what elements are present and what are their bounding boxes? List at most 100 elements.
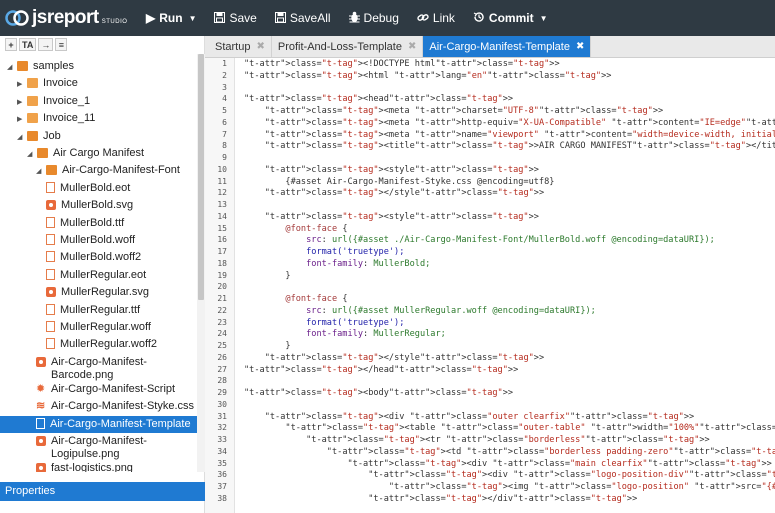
commit-button[interactable]: Commit ▼ bbox=[464, 0, 557, 36]
run-dropdown-icon[interactable]: ▼ bbox=[189, 14, 197, 23]
code-line[interactable]: @font-face { bbox=[244, 294, 347, 304]
close-tab-icon[interactable]: ✖ bbox=[408, 41, 416, 52]
tree-item[interactable]: Air-Cargo-Manifest-Template bbox=[0, 415, 197, 433]
code-line[interactable]: font-family: MullerBold; bbox=[244, 259, 430, 269]
save-label: Save bbox=[229, 11, 257, 25]
tree-item[interactable]: MullerRegular.woff2 bbox=[0, 336, 197, 353]
file-icon bbox=[46, 216, 55, 228]
tree-item[interactable]: MullerRegular.eot bbox=[0, 267, 197, 284]
tree-item-label: Invoice bbox=[43, 77, 78, 90]
code-line[interactable]: format('truetype'); bbox=[244, 318, 404, 328]
line-number: 33 bbox=[217, 435, 227, 444]
new-entity-button[interactable]: + bbox=[5, 38, 17, 51]
tree-item[interactable]: Air-Cargo-Manifest- Barcode.png bbox=[0, 354, 197, 381]
collapsed-arrow-icon[interactable]: ▶ bbox=[17, 115, 27, 123]
tree-item[interactable]: MullerBold.woff bbox=[0, 232, 197, 249]
close-tab-icon[interactable]: ✖ bbox=[256, 41, 264, 52]
code-line[interactable]: "t-attr">class="t-tag"><meta "t-attr">ch… bbox=[244, 106, 663, 116]
link-button[interactable]: Link bbox=[408, 0, 464, 36]
line-number: 22 bbox=[217, 305, 227, 315]
image-icon bbox=[36, 463, 46, 472]
code-line[interactable]: src: url({#asset ./Air-Cargo-Manifest-Fo… bbox=[244, 235, 715, 245]
tree-item[interactable]: MullerBold.svg bbox=[0, 197, 197, 214]
tree-item-label: MullerBold.eot bbox=[60, 181, 131, 194]
code-line[interactable]: "t-attr">class="t-tag"><table "t-attr">c… bbox=[244, 423, 775, 433]
tree-item[interactable]: MullerBold.woff2 bbox=[0, 249, 197, 266]
tree-item-label: MullerRegular.woff2 bbox=[60, 338, 158, 351]
code-line[interactable]: "t-attr">class="t-tag"><div "t-attr">cla… bbox=[244, 412, 695, 422]
expanded-arrow-icon[interactable]: ◢ bbox=[17, 133, 27, 141]
code-line[interactable]: "t-attr">class="t-tag"><div "t-attr">cla… bbox=[244, 459, 771, 469]
line-number: 10 bbox=[217, 164, 227, 174]
collapsed-arrow-icon[interactable]: ▶ bbox=[17, 80, 27, 88]
code-line[interactable]: {#asset Air-Cargo-Manifest-Styke.css @en… bbox=[244, 177, 554, 187]
expanded-arrow-icon[interactable]: ◢ bbox=[36, 167, 46, 175]
save-button[interactable]: Save bbox=[205, 0, 265, 36]
code-line[interactable]: "t-attr">class="t-tag"><td "t-attr">clas… bbox=[244, 447, 775, 457]
code-line[interactable]: font-family: MullerRegular; bbox=[244, 329, 446, 339]
properties-header[interactable]: Properties bbox=[0, 482, 205, 501]
line-number: 34 bbox=[217, 446, 227, 456]
tree-scrollbar-thumb[interactable] bbox=[198, 54, 204, 300]
code-line[interactable]: "t-attr">class="t-tag"><head"t-attr">cla… bbox=[244, 94, 513, 104]
code-line[interactable]: "t-attr">class="t-tag"><img "t-attr">cla… bbox=[244, 482, 775, 492]
code-line[interactable]: "t-attr">class="t-tag"><style"t-attr">cl… bbox=[244, 212, 539, 222]
tree-item[interactable]: MullerBold.eot bbox=[0, 180, 197, 197]
filter-button[interactable]: TA bbox=[19, 38, 37, 51]
editor-tab[interactable]: Startup ✖ bbox=[209, 36, 272, 57]
line-number: 2 bbox=[222, 70, 227, 80]
code-editor[interactable]: 1 2 3 4 5 6 7 8 9 10 11 12 13 14 15 16 17 18 19 20 21 22 23 24 2… bbox=[205, 58, 775, 513]
tree-item[interactable]: ✹ Air-Cargo-Manifest-Script bbox=[0, 381, 197, 398]
menu-button[interactable]: ≡ bbox=[55, 38, 68, 51]
commit-dropdown-icon[interactable]: ▼ bbox=[540, 14, 548, 23]
tree-item[interactable]: ▶ Invoice_1 bbox=[0, 93, 197, 110]
tree-item[interactable]: ▶ Invoice_11 bbox=[0, 110, 197, 127]
code-line[interactable]: src: url({#asset MullerRegular.woff @enc… bbox=[244, 306, 596, 316]
code-line[interactable]: "t-attr">class="t-tag"></style"t-attr">c… bbox=[244, 188, 544, 198]
tree-item[interactable]: ◢ samples bbox=[0, 58, 197, 75]
tree-item-label: fast-logistics.png bbox=[51, 462, 133, 472]
code-line[interactable]: "t-attr">class="t-tag"><meta "t-attr">na… bbox=[244, 130, 775, 140]
tree-item[interactable]: Air-Cargo-Manifest- Logipulse.png bbox=[0, 433, 197, 460]
code-line[interactable]: "t-attr">class="t-tag"><meta "t-attr">ht… bbox=[244, 118, 775, 128]
code-line[interactable]: "t-attr">class="t-tag"><tr "t-attr">clas… bbox=[244, 435, 710, 445]
tree-item[interactable]: MullerRegular.woff bbox=[0, 319, 197, 336]
collapse-button[interactable]: → bbox=[38, 38, 54, 51]
code-line[interactable]: "t-attr">class="t-tag"><html "t-attr">la… bbox=[244, 71, 611, 81]
editor-tab[interactable]: Profit-And-Loss-Template ✖ bbox=[272, 36, 424, 57]
tree-item[interactable]: ▶ Invoice bbox=[0, 75, 197, 92]
tree-item[interactable]: MullerRegular.ttf bbox=[0, 302, 197, 319]
tree-item[interactable]: ◢ Job bbox=[0, 128, 197, 145]
line-number: 18 bbox=[217, 258, 227, 268]
expanded-arrow-icon[interactable]: ◢ bbox=[7, 63, 17, 71]
code-line[interactable]: "t-attr">class="t-tag"></head"t-attr">cl… bbox=[244, 365, 518, 375]
expanded-arrow-icon[interactable]: ◢ bbox=[27, 150, 37, 158]
code-line[interactable]: } bbox=[244, 341, 290, 351]
close-tab-icon[interactable]: ✖ bbox=[576, 41, 584, 52]
code-line[interactable]: format('truetype'); bbox=[244, 247, 404, 257]
tree-item[interactable]: MullerRegular.svg bbox=[0, 284, 197, 301]
tree-item[interactable]: fast-logistics.png bbox=[0, 460, 197, 472]
saveall-button[interactable]: SaveAll bbox=[266, 0, 340, 36]
tree-item[interactable]: ◢ Air-Cargo-Manifest-Font bbox=[0, 162, 197, 179]
code-line[interactable]: "t-attr">class="t-tag"></div"t-attr">cla… bbox=[244, 494, 637, 504]
jsreport-logo[interactable]: jsreport STUDIO bbox=[0, 0, 140, 36]
tree-item-label: Air-Cargo-Manifest-Styke.css bbox=[51, 400, 195, 413]
debug-button[interactable]: Debug bbox=[340, 0, 408, 36]
run-button[interactable]: ▶ Run ▼ bbox=[140, 0, 205, 36]
code-line[interactable]: "t-attr">class="t-tag"><div "t-attr">cla… bbox=[244, 470, 775, 480]
code-line[interactable]: "t-attr">class="t-tag"></style"t-attr">c… bbox=[244, 353, 544, 363]
tree-item[interactable]: ◢ Air Cargo Manifest bbox=[0, 145, 197, 162]
code-line[interactable]: @font-face { bbox=[244, 224, 347, 234]
code-line[interactable]: "t-attr">class="t-tag"><body"t-attr">cla… bbox=[244, 388, 513, 398]
editor-tab[interactable]: Air-Cargo-Manifest-Template ✖ bbox=[423, 36, 592, 57]
collapsed-arrow-icon[interactable]: ▶ bbox=[17, 98, 27, 106]
code-line[interactable]: "t-attr">class="t-tag"><!DOCTYPE html"t-… bbox=[244, 59, 560, 69]
tree-scrollbar[interactable] bbox=[197, 54, 205, 472]
code-line[interactable]: "t-attr">class="t-tag"><title"t-attr">cl… bbox=[244, 141, 775, 151]
code-line[interactable]: "t-attr">class="t-tag"><style"t-attr">cl… bbox=[244, 165, 539, 175]
tree-item[interactable]: MullerBold.ttf bbox=[0, 215, 197, 232]
tree-item[interactable]: ≋ Air-Cargo-Manifest-Styke.css bbox=[0, 398, 197, 415]
bug-icon bbox=[348, 11, 360, 25]
code-line[interactable]: } bbox=[244, 271, 290, 281]
